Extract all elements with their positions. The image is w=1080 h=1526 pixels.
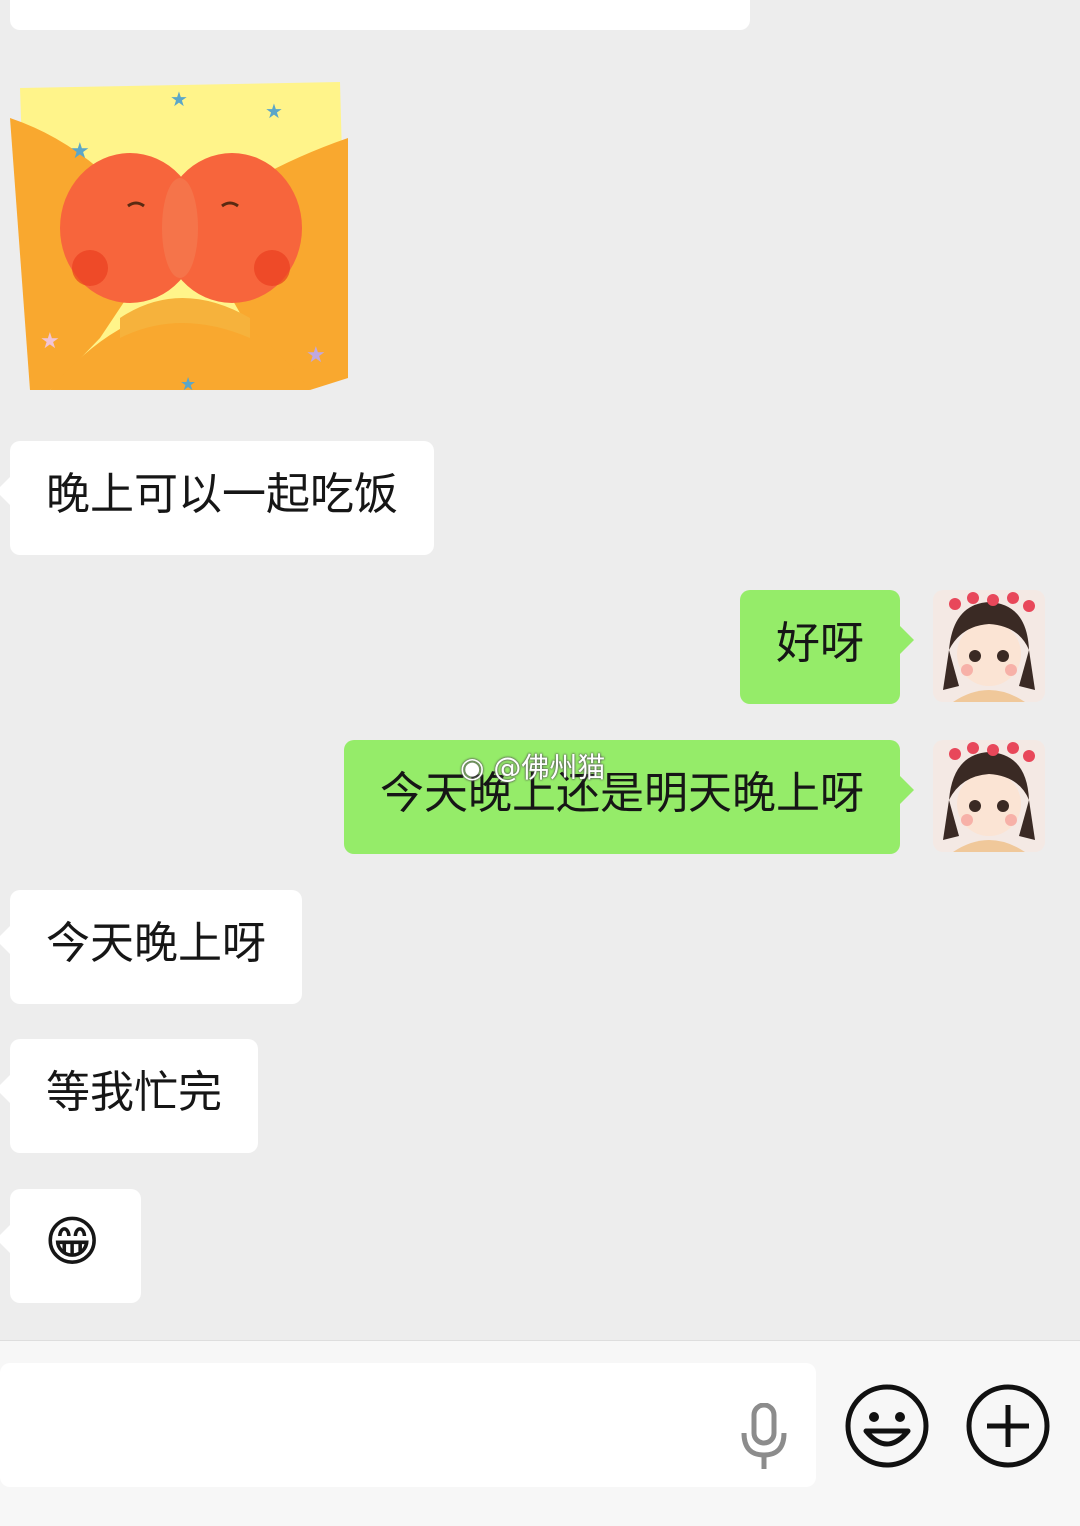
watermark-text: @佛州猫	[493, 751, 606, 784]
avatar-image	[933, 590, 1045, 702]
input-toolbar	[0, 1340, 1080, 1526]
incoming-message-bubble[interactable]: 等我忙完	[0, 1039, 258, 1153]
previous-message-bubble[interactable]	[10, 0, 750, 30]
incoming-message-bubble[interactable]: 今天晚上呀	[0, 890, 302, 1004]
my-avatar[interactable]	[933, 740, 1045, 852]
grinning-emoji: 😁	[44, 1210, 101, 1273]
svg-text:★: ★	[40, 329, 60, 354]
kissing-peaches-sticker[interactable]: ★ ★ ★ ★ ★ ★	[10, 78, 350, 396]
svg-text:★: ★	[306, 343, 326, 368]
weibo-watermark: ◉ @佛州猫	[460, 746, 605, 786]
smiley-icon[interactable]	[844, 1383, 930, 1469]
message-text: 晚上可以一起吃饭	[46, 469, 398, 520]
svg-text:★: ★	[170, 87, 188, 111]
weibo-logo-icon: ◉	[460, 751, 485, 784]
incoming-message-bubble[interactable]: 😁	[0, 1189, 141, 1303]
message-text: 等我忙完	[46, 1067, 222, 1118]
svg-text:★: ★	[70, 139, 90, 164]
incoming-message-bubble[interactable]: 晚上可以一起吃饭	[0, 441, 434, 555]
outgoing-message-bubble[interactable]: 今天晚上还是明天晚上呀	[344, 740, 914, 854]
avatar-image	[933, 740, 1045, 852]
message-input[interactable]	[0, 1363, 816, 1487]
svg-text:★: ★	[265, 99, 283, 123]
message-text: 今天晚上呀	[46, 918, 266, 969]
outgoing-message-bubble[interactable]: 好呀	[740, 590, 914, 704]
svg-text:★: ★	[180, 374, 196, 395]
microphone-icon[interactable]	[740, 1403, 788, 1471]
chat-area[interactable]: ★ ★ ★ ★ ★ ★ 晚上可以一起吃饭 好呀 今天晚上还是明天晚上呀 ◉ @佛…	[0, 0, 1080, 1340]
my-avatar[interactable]	[933, 590, 1045, 702]
message-text: 今天晚上还是明天晚上呀	[380, 768, 864, 819]
plus-circle-icon[interactable]	[965, 1383, 1051, 1469]
message-text: 好呀	[776, 618, 864, 669]
